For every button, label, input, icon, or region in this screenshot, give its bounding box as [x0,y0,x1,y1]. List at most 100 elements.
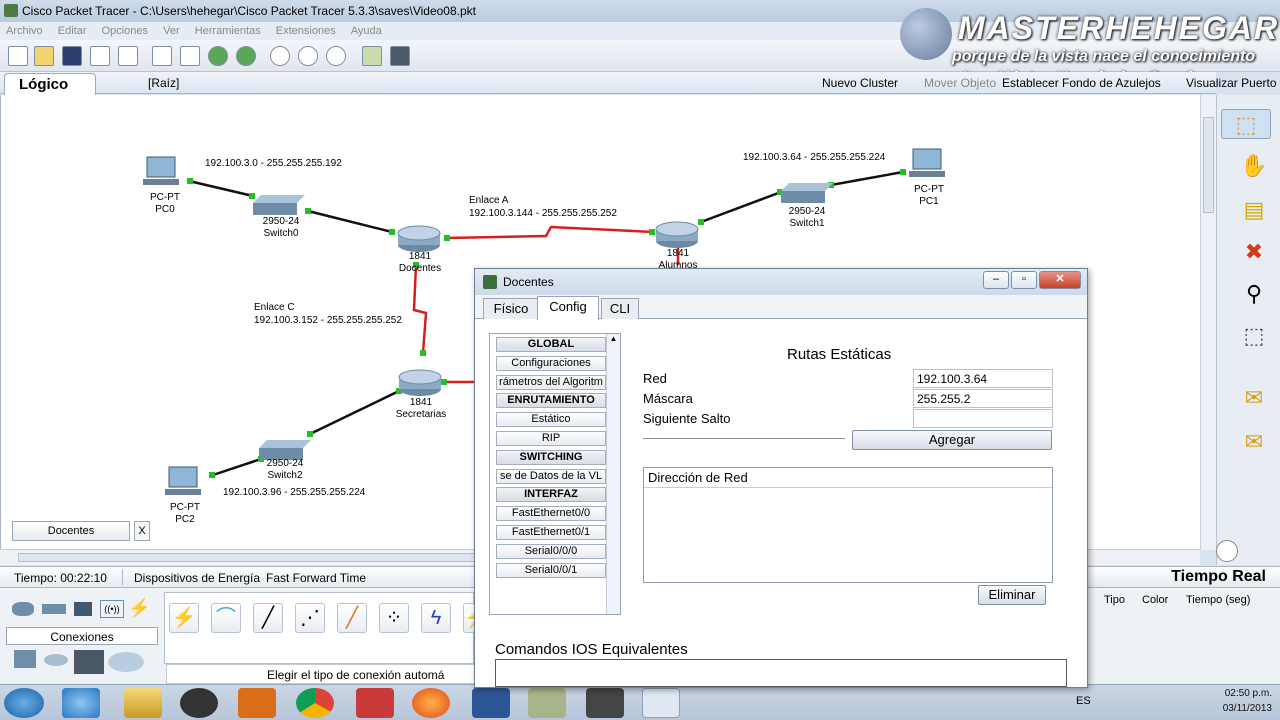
tab-fisico[interactable]: Físico [483,298,539,319]
nav-item[interactable]: Estático [496,412,606,428]
end-devices-category-icon[interactable] [14,650,36,668]
minimize-button[interactable]: – [983,271,1009,289]
firefox-icon[interactable] [412,688,450,718]
console-cable-icon[interactable]: ⌒ [211,603,241,633]
zoom-out-icon[interactable] [326,46,346,66]
menu-editar[interactable]: Editar [52,22,93,40]
switch0-label[interactable]: 2950-24 Switch0 [251,216,311,240]
print-icon[interactable] [90,46,110,66]
wan-emulation-category-icon[interactable] [44,654,68,666]
add-simple-pdu-icon[interactable]: ✉ [1239,383,1269,413]
new-cluster-link[interactable]: Nuevo Cluster [822,76,898,90]
delete-icon[interactable]: ✖ [1239,237,1269,267]
system-clock[interactable]: 02:50 p.m. 03/11/2013 [1223,688,1272,714]
nav-item[interactable]: Serial0/0/0 [496,543,606,559]
add-complex-pdu-icon[interactable]: ✉ [1239,427,1269,457]
move-object-link[interactable]: Mover Objeto [924,76,996,90]
note-linka-name[interactable]: Enlace A [469,195,508,207]
new-file-icon[interactable] [8,46,28,66]
routes-list[interactable]: Dirección de Red [643,467,1053,583]
copper-cross-icon[interactable]: ⋰ [295,603,325,633]
canvas-vertical-scrollbar[interactable] [1200,95,1216,550]
alumnos-label[interactable]: 1841 Alumnos [643,248,713,268]
ios-commands-output[interactable] [495,659,1067,687]
activity-wizard-icon[interactable] [118,46,138,66]
nav-item[interactable]: se de Datos de la VL [496,468,606,484]
tab-cli[interactable]: CLI [601,298,639,319]
paste-icon[interactable] [180,46,200,66]
note-net1[interactable]: 192.100.3.64 - 255.255.255.224 [743,152,885,164]
nav-item[interactable]: Configuraciones [496,355,606,371]
file-explorer-icon[interactable] [124,688,162,718]
custom-devices-category-icon[interactable] [74,650,104,674]
switch1-label[interactable]: 2950-24 Switch1 [777,206,837,230]
palette-icon[interactable] [362,46,382,66]
note-linka-net[interactable]: 192.100.3.144 - 255.255.255.252 [469,208,617,220]
pc1-label[interactable]: PC-PT PC1 [899,184,959,208]
secretarias-label[interactable]: 1841 Secretarias [383,397,459,421]
copy-icon[interactable] [152,46,172,66]
power-cycle-devices[interactable]: Dispositivos de Energía [134,571,260,585]
fast-forward-time[interactable]: Fast Forward Time [266,571,366,585]
menu-ver[interactable]: Ver [157,22,186,40]
internet-explorer-icon[interactable] [62,688,100,718]
menu-extensiones[interactable]: Extensiones [270,22,342,40]
nav-item[interactable]: Serial0/0/1 [496,562,606,578]
realtime-clock-icon[interactable] [1216,540,1238,562]
phone-cable-icon[interactable]: ⁘ [379,603,409,633]
switches-category-icon[interactable] [42,604,66,614]
workspace-root[interactable]: [Raíz] [148,76,179,90]
menu-archivo[interactable]: Archivo [0,22,49,40]
note-icon[interactable]: ▤ [1239,195,1269,225]
bottom-tab-close-button[interactable]: X [134,521,150,541]
network-input[interactable] [913,369,1053,388]
multiuser-category-icon[interactable] [108,652,144,672]
save-icon[interactable] [62,46,82,66]
note-linkc-name[interactable]: Enlace C [254,302,295,314]
set-background-link[interactable]: Establecer Fondo de Azulejos [1002,76,1161,90]
resize-shape-icon[interactable]: ⬚ [1239,321,1269,351]
zoom-reset-icon[interactable] [298,46,318,66]
nav-item[interactable]: rámetros del Algoritm [496,374,606,390]
packet-tracer-taskbar-icon[interactable] [642,688,680,718]
vscroll-thumb[interactable] [1203,117,1214,213]
camera-app-icon[interactable] [586,688,624,718]
docentes-label[interactable]: 1841 Docentes [385,251,455,275]
hscroll-thumb[interactable] [18,553,478,562]
app-green-icon[interactable] [528,688,566,718]
nav-item[interactable]: FastEthernet0/0 [496,506,606,522]
note-linkc-net[interactable]: 192.100.3.152 - 255.255.255.252 [254,315,402,327]
connections-category-icon[interactable]: ⚡ [128,598,150,619]
nav-item[interactable]: FastEthernet0/1 [496,525,606,540]
custom-device-icon[interactable] [390,46,410,66]
hand-move-icon[interactable]: ✋ [1239,151,1269,181]
word-icon[interactable] [472,688,510,718]
realtime-mode-label[interactable]: Tiempo Real [1171,568,1266,586]
open-folder-icon[interactable] [34,46,54,66]
mask-input[interactable] [913,389,1053,408]
copper-straight-icon[interactable]: ╱ [253,603,283,633]
media-player-icon[interactable] [238,688,276,718]
note-net0[interactable]: 192.100.3.0 - 255.255.255.192 [205,158,342,170]
redo-icon[interactable] [236,46,256,66]
note-net2[interactable]: 192.100.3.96 - 255.255.255.224 [223,487,365,499]
select-icon[interactable]: ⬚ [1221,109,1271,139]
tab-config[interactable]: Config [537,296,599,320]
dialog-titlebar[interactable]: Docentes – ▫ ✕ [475,269,1087,295]
auto-connection-icon[interactable]: ⚡ [169,603,199,633]
next-hop-input[interactable] [913,409,1053,428]
nav-item[interactable]: RIP [496,431,606,446]
zoom-in-icon[interactable] [270,46,290,66]
wireless-category-icon[interactable]: ((•)) [100,600,124,618]
bottom-docentes-tab[interactable]: Docentes [12,521,130,541]
maximize-button[interactable]: ▫ [1011,271,1037,289]
undo-icon[interactable] [208,46,228,66]
routers-category-icon[interactable] [12,602,34,616]
fiber-cable-icon[interactable]: ╱ [337,603,367,633]
keyboard-language[interactable]: ES [1076,695,1091,707]
inspect-icon[interactable]: ⚲ [1239,279,1269,309]
menu-opciones[interactable]: Opciones [96,22,154,40]
app-red-icon[interactable] [356,688,394,718]
switch2-label[interactable]: 2950-24 Switch2 [255,458,315,482]
start-button-icon[interactable] [4,688,44,718]
